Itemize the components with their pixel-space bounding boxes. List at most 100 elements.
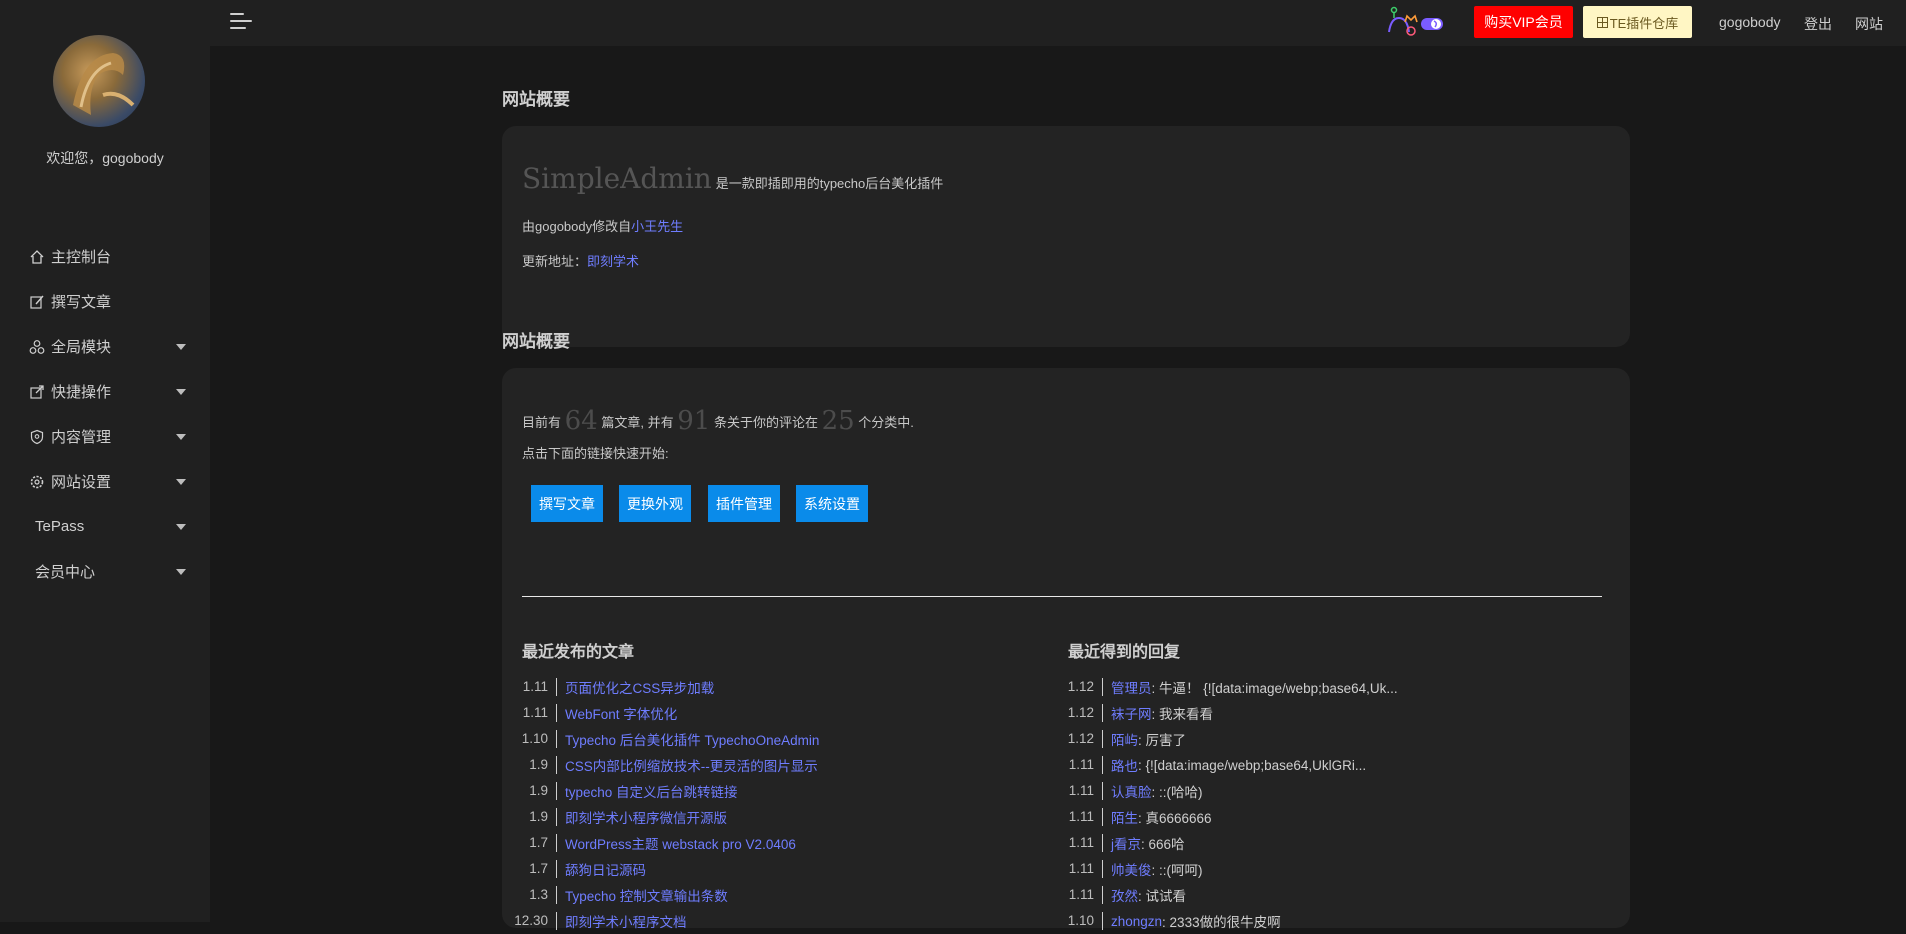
brand-line: SimpleAdmin 是一款即插即用的typecho后台美化插件 [522,162,943,195]
sidebar-item-content-management[interactable]: 内容管理 [0,414,210,459]
post-link[interactable]: Typecho 控制文章输出条数 [565,885,728,905]
update-link[interactable]: 即刻学术 [587,254,639,269]
reply-author-link[interactable]: 陌屿 [1111,729,1138,749]
post-link[interactable]: WordPress主题 webstack pro V2.0406 [565,833,796,853]
caret-down-icon [176,479,186,485]
reply-author-link[interactable]: 孜然 [1111,885,1138,905]
menu-toggle-icon[interactable] [230,13,252,31]
logout-link[interactable]: 登出 [1804,14,1832,34]
change-theme-button[interactable]: 更换外观 [619,485,691,522]
sidebar-item-label: 全局模块 [51,339,112,356]
sidebar-item-quick-actions[interactable]: 快捷操作 [0,369,210,414]
reply-author-link[interactable]: 帅美俊 [1111,859,1152,879]
post-link[interactable]: CSS内部比例缩放技术--更灵活的图片显示 [565,755,818,775]
sidebar: 欢迎您，gogobody 主控制台 撰写文章 全局模块 快捷操作 内容管理 网站… [0,0,210,922]
sidebar-item-dashboard[interactable]: 主控制台 [0,234,210,279]
brand-tagline: 是一款即插即用的typecho后台美化插件 [715,176,944,191]
plugin-management-button[interactable]: 插件管理 [708,485,780,522]
welcome-text: 欢迎您，gogobody [46,150,164,166]
section-title-stats: 网站概要 [502,332,570,351]
shield-icon [29,429,45,445]
stats-prefix: 目前有 [522,415,562,430]
brand-name: SimpleAdmin [522,162,712,195]
reply-author-link[interactable]: j看京 [1111,833,1141,853]
buy-vip-button[interactable]: 购买VIP会员 [1474,6,1573,38]
sidebar-item-site-settings[interactable]: 网站设置 [0,459,210,504]
reply-author-link[interactable]: 管理员 [1111,677,1152,697]
te-plugin-store-button[interactable]: TE插件仓库 [1583,6,1692,38]
post-link[interactable]: 页面优化之CSS异步加载 [565,677,714,697]
reply-text: : ::(哈哈) [1151,785,1203,800]
post-link[interactable]: WebFont 字体优化 [565,703,677,723]
reply-author-link[interactable]: 路也 [1111,755,1138,775]
reply-text: : 厉害了 [1138,733,1187,748]
grid-icon [1596,16,1608,28]
user-link[interactable]: gogobody [1719,14,1781,30]
modified-prefix: 由gogobody修改自 [522,219,632,234]
system-settings-button[interactable]: 系统设置 [796,485,868,522]
cat-toggle-icon[interactable] [1385,4,1445,36]
list-item: 1.11 认真脸: ::(哈哈) [1058,778,1398,804]
stats-line: 目前有 64 篇文章, 并有 91 条关于你的评论在 25 个分类中. [522,406,914,436]
list-item: 1.9 即刻学术小程序微信开源版 [512,804,819,830]
list-item: 12.30 即刻学术小程序文档 [512,908,819,934]
recent-posts-title: 最近发布的文章 [522,644,635,661]
sidebar-item-global-modules[interactable]: 全局模块 [0,324,210,369]
top-bar: 购买VIP会员 TE插件仓库 gogobody 登出 网站 [210,0,1906,46]
home-icon [29,249,45,265]
sidebar-item-member-center[interactable]: 会员中心 [0,549,210,594]
post-link[interactable]: 舔狗日记源码 [565,859,646,879]
plugin-info-card: SimpleAdmin 是一款即插即用的typecho后台美化插件 由gogob… [502,126,1630,347]
recent-replies-list: 1.12 管理员: 牛逼！ {![data:image/webp;base64,U… [1058,674,1398,934]
list-item: 1.10 Typecho 后台美化插件 TypechoOneAdmin [512,726,819,752]
sidebar-item-write-post[interactable]: 撰写文章 [0,279,210,324]
list-item: 1.10 zhongzn: 2333做的很牛皮啊 [1058,908,1398,934]
list-item: 1.9 CSS内部比例缩放技术--更灵活的图片显示 [512,752,819,778]
modules-icon [29,339,45,355]
sidebar-item-label: 内容管理 [51,429,112,446]
post-link[interactable]: typecho 自定义后台跳转链接 [565,781,738,801]
reply-author-link[interactable]: 袜子网 [1111,703,1152,723]
recent-replies-title: 最近得到的回复 [1068,644,1181,661]
sidebar-item-label: 网站设置 [51,474,112,491]
post-link[interactable]: Typecho 后台美化插件 TypechoOneAdmin [565,729,819,749]
author-link[interactable]: 小王先生 [631,219,683,234]
sidebar-item-label: 快捷操作 [51,384,112,401]
reply-text: : 2333做的很牛皮啊 [1162,915,1281,930]
comment-count: 91 [677,406,711,436]
list-item: 1.11 孜然: 试试看 [1058,882,1398,908]
divider [522,596,1602,597]
reply-text: : 我来看看 [1151,707,1214,722]
list-item: 1.7 WordPress主题 webstack pro V2.0406 [512,830,819,856]
site-stats-card: 目前有 64 篇文章, 并有 91 条关于你的评论在 25 个分类中. 点击下面… [502,368,1630,930]
post-count: 64 [564,406,598,436]
list-item: 1.7 舔狗日记源码 [512,856,819,882]
list-item: 1.11 路也: {![data:image/webp;base64,UklGRi… [1058,752,1398,778]
recent-posts-list: 1.11 页面优化之CSS异步加载 1.11 WebFont 字体优化 1.10 Ty… [512,674,819,934]
te-plugin-store-label: TE插件仓库 [1609,15,1679,31]
list-item: 1.11 陌生: 真6666666 [1058,804,1398,830]
update-line: 更新地址：即刻学术 [522,251,639,270]
caret-down-icon [176,434,186,440]
reply-author-link[interactable]: zhongzn [1111,914,1162,929]
edit-icon [29,294,45,310]
quick-start-hint: 点击下面的链接快速开始: [522,446,669,461]
reply-author-link[interactable]: 陌生 [1111,807,1138,827]
list-item: 1.12 袜子网: 我来看看 [1058,700,1398,726]
post-link[interactable]: 即刻学术小程序微信开源版 [565,807,727,827]
avatar[interactable] [53,35,145,127]
list-item: 1.12 管理员: 牛逼！ {![data:image/webp;base64,U… [1058,674,1398,700]
category-count: 25 [821,406,855,436]
caret-down-icon [176,389,186,395]
sidebar-item-label: 会员中心 [35,564,96,581]
sidebar-item-label: TePass [35,518,85,535]
section-title-overview: 网站概要 [502,90,570,109]
categories-suffix: 个分类中. [858,415,914,430]
write-post-button[interactable]: 撰写文章 [531,485,603,522]
sidebar-item-tepass[interactable]: TePass [0,504,210,549]
list-item: 1.3 Typecho 控制文章输出条数 [512,882,819,908]
site-link[interactable]: 网站 [1855,14,1883,34]
reply-text: : {![data:image/webp;base64,UklGRi... [1138,757,1367,773]
post-link[interactable]: 即刻学术小程序文档 [565,911,687,931]
reply-author-link[interactable]: 认真脸 [1111,781,1152,801]
